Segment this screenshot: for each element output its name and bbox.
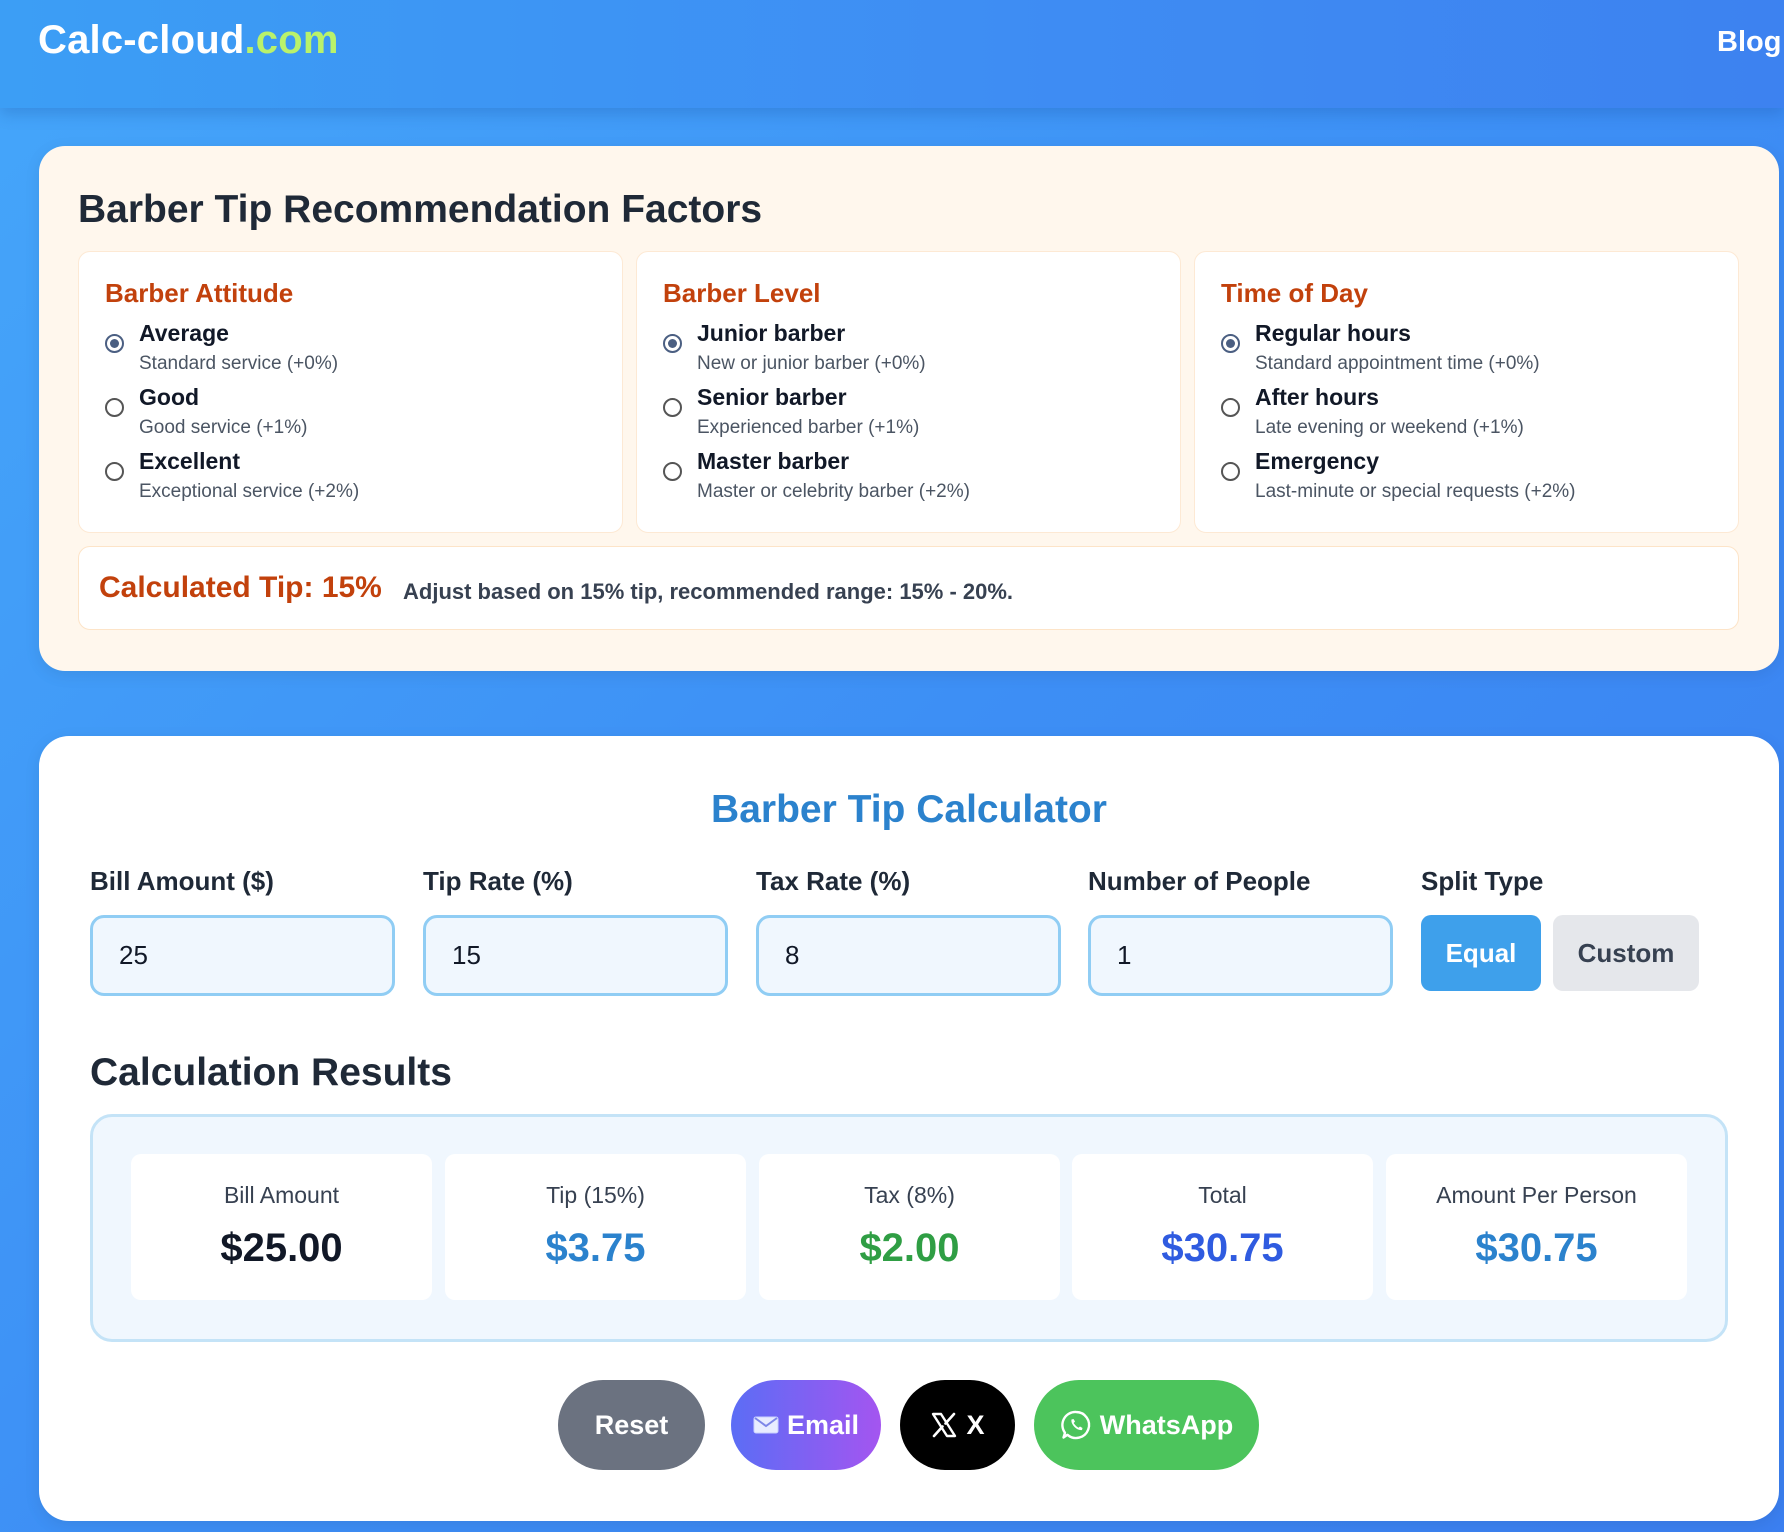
radio-option-master-barber[interactable]: Master barber Master or celebrity barber… [663, 448, 1163, 506]
nav-blog-link[interactable]: Blog [1717, 26, 1781, 59]
result-label: Tax (8%) [864, 1182, 955, 1208]
radio-option-regular-hours[interactable]: Regular hours Standard appointment time … [1221, 320, 1721, 378]
tip-calculator-card: Barber Tip Calculator Bill Amount ($) Ti… [39, 736, 1779, 1521]
result-label: Amount Per Person [1436, 1182, 1637, 1208]
calculated-tip: Calculated Tip: 15% [99, 571, 382, 604]
option-description: Standard appointment time (+0%) [1255, 353, 1540, 374]
radio-button[interactable] [105, 398, 124, 417]
split-equal-button[interactable]: Equal [1421, 915, 1541, 991]
radio-option-after-hours[interactable]: After hours Late evening or weekend (+1%… [1221, 384, 1721, 442]
whatsapp-share-button[interactable]: WhatsApp [1034, 1380, 1259, 1470]
option-description: Late evening or weekend (+1%) [1255, 417, 1524, 438]
radio-button[interactable] [663, 398, 682, 417]
factors-title: Barber Tip Recommendation Factors [78, 188, 763, 231]
whatsapp-icon [1060, 1409, 1092, 1441]
split-custom-button[interactable]: Custom [1553, 915, 1699, 991]
radio-button[interactable] [1221, 398, 1240, 417]
x-share-button[interactable]: X [900, 1380, 1015, 1470]
result-value: $30.75 [1161, 1226, 1284, 1270]
split-type-label: Split Type [1421, 866, 1544, 896]
option-label: Average [139, 320, 229, 346]
option-label: Junior barber [697, 320, 846, 346]
envelope-icon [753, 1415, 779, 1435]
brand-tld: .com [244, 18, 339, 62]
site-logo[interactable]: Calc-cloud.com [38, 18, 339, 63]
result-total: Total $30.75 [1072, 1154, 1373, 1300]
radio-button[interactable] [663, 462, 682, 481]
radio-option-excellent[interactable]: Excellent Exceptional service (+2%) [105, 448, 605, 506]
tax-rate-input[interactable] [756, 915, 1061, 996]
radio-option-good[interactable]: Good Good service (+1%) [105, 384, 605, 442]
option-label: Excellent [139, 448, 240, 474]
tip-factors-card: Barber Tip Recommendation Factors Barber… [39, 146, 1779, 671]
option-label: Senior barber [697, 384, 847, 410]
tip-rate-label: Tip Rate (%) [423, 866, 573, 896]
option-description: New or junior barber (+0%) [697, 353, 926, 374]
radio-button[interactable] [105, 462, 124, 481]
radio-option-average[interactable]: Average Standard service (+0%) [105, 320, 605, 378]
result-value: $3.75 [545, 1226, 646, 1270]
x-button-label: X [966, 1409, 985, 1440]
option-description: Exceptional service (+2%) [139, 481, 360, 502]
tax-rate-label: Tax Rate (%) [756, 866, 911, 896]
tip-rate-input[interactable] [423, 915, 728, 996]
calculated-tip-note: Adjust based on 15% tip, recommended ran… [403, 579, 1014, 604]
reset-button[interactable]: Reset [558, 1380, 705, 1470]
factor-group-barber-level: Barber Level Junior barber New or junior… [636, 251, 1181, 533]
factor-heading: Time of Day [1221, 278, 1368, 308]
factor-group-time-of-day: Time of Day Regular hours Standard appoi… [1194, 251, 1739, 533]
option-label: After hours [1255, 384, 1379, 410]
option-label: Emergency [1255, 448, 1380, 474]
result-amount-per-person: Amount Per Person $30.75 [1386, 1154, 1687, 1300]
radio-button-checked[interactable] [105, 334, 124, 353]
factor-group-barber-attitude: Barber Attitude Average Standard service… [78, 251, 623, 533]
radio-option-senior-barber[interactable]: Senior barber Experienced barber (+1%) [663, 384, 1163, 442]
email-share-button[interactable]: Email [731, 1380, 881, 1470]
factor-heading: Barber Attitude [105, 278, 294, 308]
radio-button-checked[interactable] [1221, 334, 1240, 353]
result-value: $30.75 [1475, 1226, 1598, 1270]
result-tax: Tax (8%) $2.00 [759, 1154, 1060, 1300]
factor-heading: Barber Level [663, 278, 821, 308]
result-value: $2.00 [859, 1226, 960, 1270]
calculated-tip-box: Calculated Tip: 15% Adjust based on 15% … [78, 546, 1739, 630]
number-of-people-label: Number of People [1088, 866, 1311, 896]
radio-option-emergency[interactable]: Emergency Last-minute or special request… [1221, 448, 1721, 506]
whatsapp-button-label: WhatsApp [1099, 1409, 1234, 1440]
result-bill-amount: Bill Amount $25.00 [131, 1154, 432, 1300]
option-description: Standard service (+0%) [139, 353, 339, 374]
result-value: $25.00 [220, 1226, 343, 1270]
number-of-people-input[interactable] [1088, 915, 1393, 996]
result-label: Total [1198, 1182, 1247, 1208]
option-label: Master barber [697, 448, 850, 474]
bill-amount-label: Bill Amount ($) [90, 866, 274, 896]
result-label: Tip (15%) [546, 1182, 645, 1208]
reset-button-label: Reset [594, 1409, 669, 1440]
site-header: Calc-cloud.com Blog [0, 0, 1784, 108]
option-description: Experienced barber (+1%) [697, 417, 920, 438]
calculator-title: Barber Tip Calculator [711, 788, 1107, 831]
bill-amount-input[interactable] [90, 915, 395, 996]
result-tip: Tip (15%) $3.75 [445, 1154, 746, 1300]
results-title: Calculation Results [90, 1051, 452, 1094]
radio-option-junior-barber[interactable]: Junior barber New or junior barber (+0%) [663, 320, 1163, 378]
x-logo-icon [930, 1411, 958, 1439]
radio-button-checked[interactable] [663, 334, 682, 353]
email-button-label: Email [786, 1409, 860, 1440]
radio-button[interactable] [1221, 462, 1240, 481]
option-description: Last-minute or special requests (+2%) [1255, 481, 1576, 502]
results-panel: Bill Amount $25.00 Tip (15%) $3.75 Tax (… [90, 1114, 1728, 1342]
brand-name: Calc-cloud [38, 18, 245, 62]
result-label: Bill Amount [223, 1182, 340, 1208]
option-label: Good [139, 384, 200, 410]
option-description: Master or celebrity barber (+2%) [697, 481, 970, 502]
option-label: Regular hours [1255, 320, 1411, 346]
option-description: Good service (+1%) [139, 417, 308, 438]
